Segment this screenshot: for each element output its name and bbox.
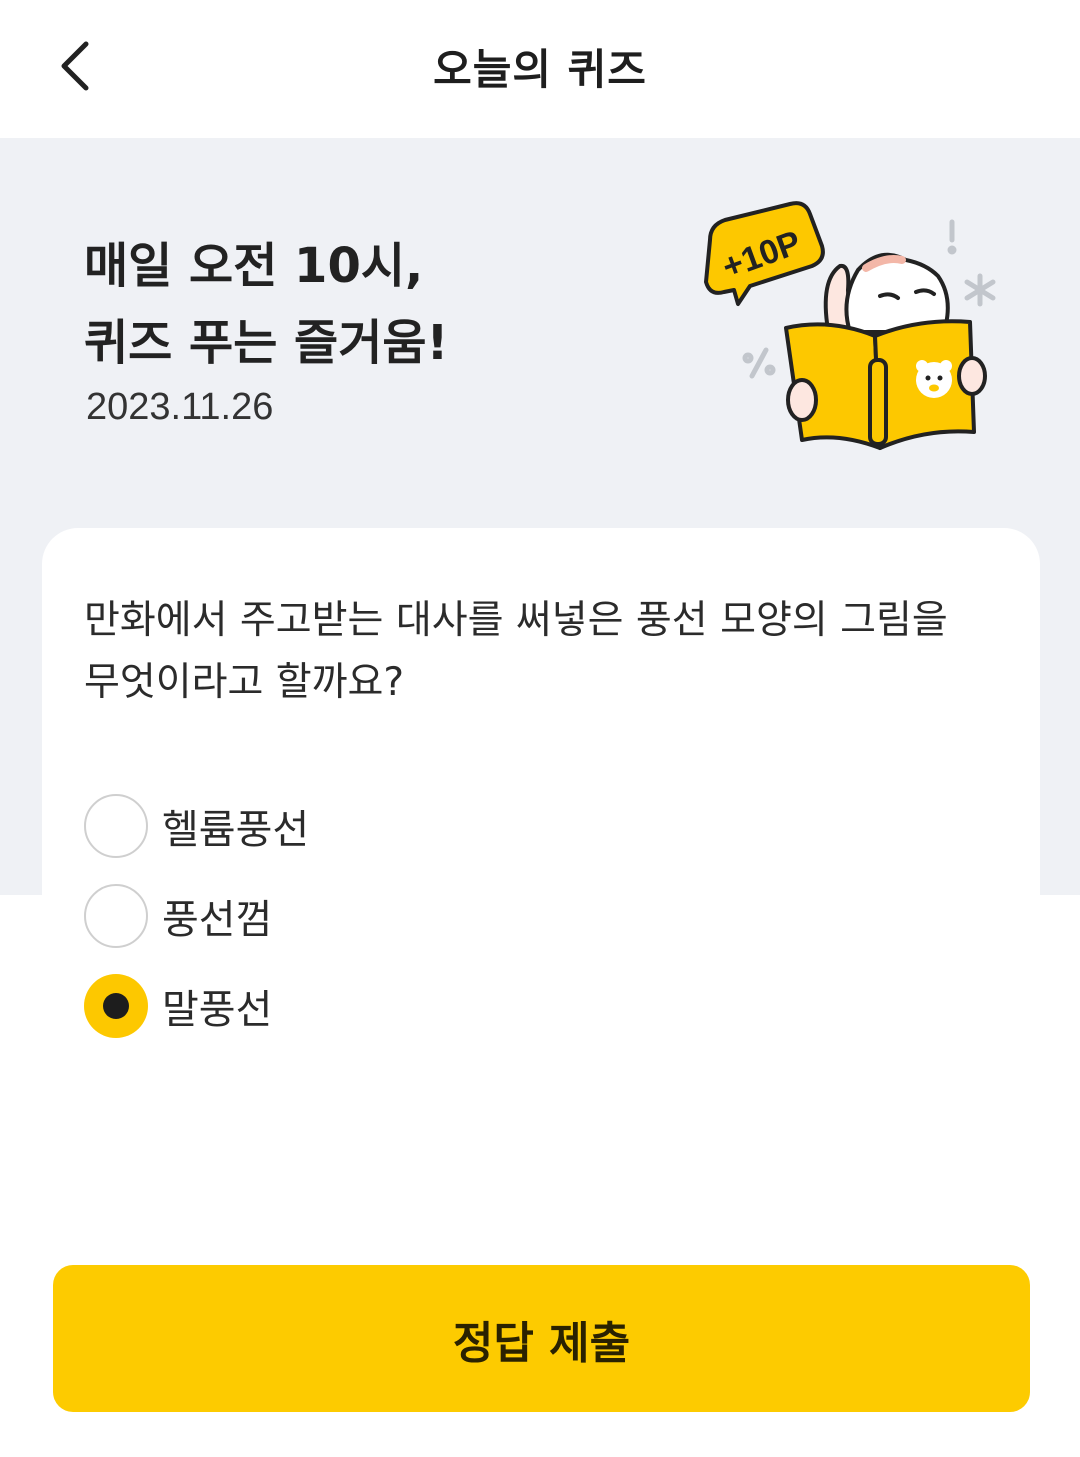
option-label: 말풍선	[162, 987, 273, 1033]
radio-selected-dot	[103, 993, 129, 1019]
hero-title-line-1: 매일 오전 10시,	[84, 238, 424, 294]
hero-title: 매일 오전 10시, 퀴즈 푸는 즐거움!	[84, 228, 448, 382]
option-helium-balloon[interactable]: 헬륨풍선	[84, 794, 784, 858]
app-header: 오늘의 퀴즈	[0, 0, 1080, 138]
hero-title-line-2: 퀴즈 푸는 즐거움!	[84, 315, 449, 371]
rabbit-character	[823, 252, 950, 334]
quiz-date: 2023.11.26	[86, 386, 274, 428]
page-title: 오늘의 퀴즈	[433, 45, 647, 94]
quiz-question: 만화에서 주고받는 대사를 써넣은 풍선 모양의 그림을 무엇이라고 할까요?	[84, 590, 984, 714]
open-book	[784, 319, 987, 450]
submit-answer-button[interactable]: 정답 제출	[53, 1265, 1030, 1412]
option-speech-bubble[interactable]: 말풍선	[84, 974, 784, 1038]
option-bubble-gum[interactable]: 풍선껌	[84, 884, 784, 948]
radio-button-checked[interactable]	[84, 974, 148, 1038]
quiz-page: 오늘의 퀴즈 매일 오전 10시, 퀴즈 푸는 즐거움! 2023.11.26 …	[0, 0, 1080, 1457]
radio-button-unchecked[interactable]	[84, 884, 148, 948]
reading-rabbit-illustration: +10P	[704, 201, 996, 450]
points-badge-bubble: +10P	[704, 201, 825, 306]
radio-button-unchecked[interactable]	[84, 794, 148, 858]
option-label: 풍선껌	[162, 897, 273, 943]
option-label: 헬륨풍선	[162, 807, 310, 853]
question-line-2: 무엇이라고 할까요?	[84, 660, 405, 705]
question-line-1: 만화에서 주고받는 대사를 써넣은 풍선 모양의 그림을	[84, 598, 948, 643]
